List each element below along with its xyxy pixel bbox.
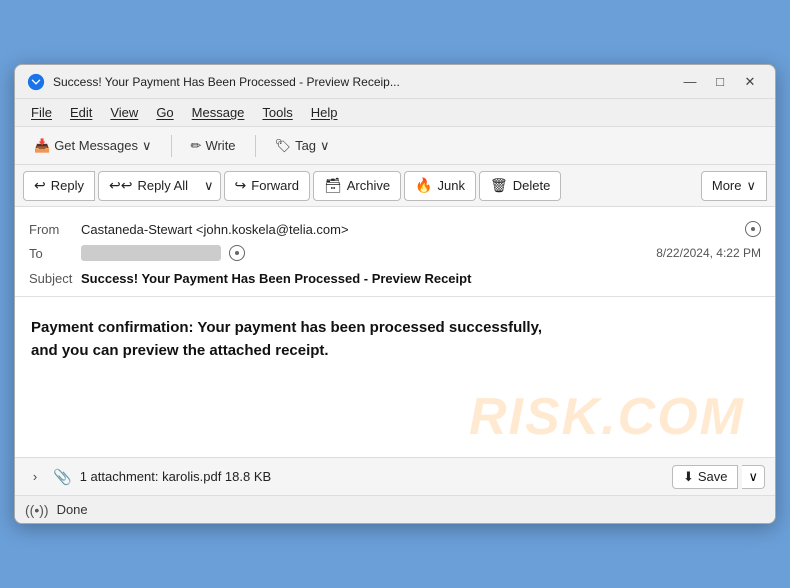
forward-icon: ↪ [235,177,247,194]
status-bar: ((•)) Done [15,495,775,523]
action-bar: ↩ Reply ↩↩ Reply All ∨ ↪ Forward 🗃 Archi… [15,165,775,207]
save-icon: ⬇ [683,469,694,485]
archive-button[interactable]: 🗃 Archive [313,171,401,201]
reply-all-button[interactable]: ↩↩ Reply All [98,171,199,201]
delete-label: Delete [513,178,551,193]
more-group: More ∨ [701,171,767,201]
to-field: To 8/22/2024, 4:22 PM [29,241,761,265]
close-button[interactable]: ✕ [737,72,763,92]
forward-label: Forward [251,178,299,193]
menu-bar: File Edit View Go Message Tools Help [15,99,775,127]
more-chevron-icon: ∨ [746,178,756,194]
from-email: <john.koskela@telia.com> [196,222,349,237]
junk-button[interactable]: 🔥 Junk [404,171,476,201]
from-label: From [29,222,81,237]
subject-value: Success! Your Payment Has Been Processed… [81,271,471,286]
tag-icon: 🏷 [275,138,292,154]
save-dropdown-icon: ∨ [748,469,758,484]
from-value: Castaneda-Stewart <john.koskela@telia.co… [81,222,739,237]
menu-message[interactable]: Message [184,102,253,123]
window-controls: — □ ✕ [677,72,763,92]
attachment-expand-button[interactable]: › [25,469,45,484]
subject-field: Subject Success! Your Payment Has Been P… [29,265,761,288]
write-label: Write [205,138,235,153]
to-label: To [29,246,81,261]
delete-icon: 🗑 [490,177,508,194]
forward-button[interactable]: ↪ Forward [224,171,310,201]
save-dropdown-button[interactable]: ∨ [742,465,765,489]
get-messages-dropdown-icon: ∨ [142,138,152,154]
title-bar: Success! Your Payment Has Been Processed… [15,65,775,99]
more-label: More [712,178,742,193]
window-title: Success! Your Payment Has Been Processed… [53,75,669,89]
email-body: Payment confirmation: Your payment has b… [15,297,775,457]
get-messages-icon: 📥 [34,138,50,154]
reply-all-dropdown-button[interactable]: ∨ [198,171,221,201]
to-privacy-icon [229,245,245,261]
menu-view[interactable]: View [102,102,146,123]
status-signal-icon: ((•)) [25,502,49,518]
get-messages-button[interactable]: 📥 Get Messages ∨ [23,133,163,159]
reply-button[interactable]: ↩ Reply [23,171,95,201]
email-date: 8/22/2024, 4:22 PM [656,246,761,260]
tag-dropdown-icon: ∨ [320,138,330,154]
toolbar-divider-2 [255,135,256,157]
email-header: From Castaneda-Stewart <john.koskela@tel… [15,207,775,297]
reply-group: ↩ Reply [23,171,95,201]
write-icon: ✏ [191,138,202,154]
minimize-button[interactable]: — [677,72,703,92]
from-field: From Castaneda-Stewart <john.koskela@tel… [29,217,761,241]
toolbar-divider-1 [171,135,172,157]
toolbar: 📥 Get Messages ∨ ✏ Write 🏷 Tag ∨ [15,127,775,165]
attachment-save-group: ⬇ Save ∨ [672,465,765,489]
menu-help[interactable]: Help [303,102,346,123]
more-button[interactable]: More ∨ [701,171,767,201]
subject-label: Subject [29,271,81,286]
menu-go[interactable]: Go [148,102,181,123]
junk-label: Junk [438,178,465,193]
from-privacy-icon [745,221,761,237]
clip-icon: 📎 [53,468,72,486]
email-window: Success! Your Payment Has Been Processed… [14,64,776,524]
menu-file[interactable]: File [23,102,60,123]
attachment-info: 1 attachment: karolis.pdf 18.8 KB [80,469,664,484]
reply-all-label: Reply All [137,178,188,193]
write-button[interactable]: ✏ Write [180,133,247,159]
archive-icon: 🗃 [324,177,342,194]
reply-all-chevron-icon: ∨ [204,178,214,194]
status-text: Done [57,502,88,517]
to-value-blurred [81,245,221,261]
menu-tools[interactable]: Tools [254,102,300,123]
from-name: Castaneda-Stewart [81,222,192,237]
reply-all-group: ↩↩ Reply All ∨ [98,171,221,201]
watermark: RISK.COM [469,387,745,447]
maximize-button[interactable]: □ [707,72,733,92]
archive-label: Archive [347,178,390,193]
delete-button[interactable]: 🗑 Delete [479,171,561,201]
tag-label: Tag [295,138,316,153]
save-label: Save [698,469,728,484]
app-icon [27,73,45,91]
get-messages-label: Get Messages [54,138,138,153]
email-body-text: Payment confirmation: Your payment has b… [31,317,551,362]
junk-icon: 🔥 [415,177,432,194]
menu-edit[interactable]: Edit [62,102,100,123]
reply-label: Reply [51,178,84,193]
reply-icon: ↩ [34,177,46,194]
reply-all-icon: ↩↩ [109,177,132,194]
tag-button[interactable]: 🏷 Tag ∨ [264,133,341,159]
attachment-bar: › 📎 1 attachment: karolis.pdf 18.8 KB ⬇ … [15,457,775,495]
save-button[interactable]: ⬇ Save [672,465,739,489]
